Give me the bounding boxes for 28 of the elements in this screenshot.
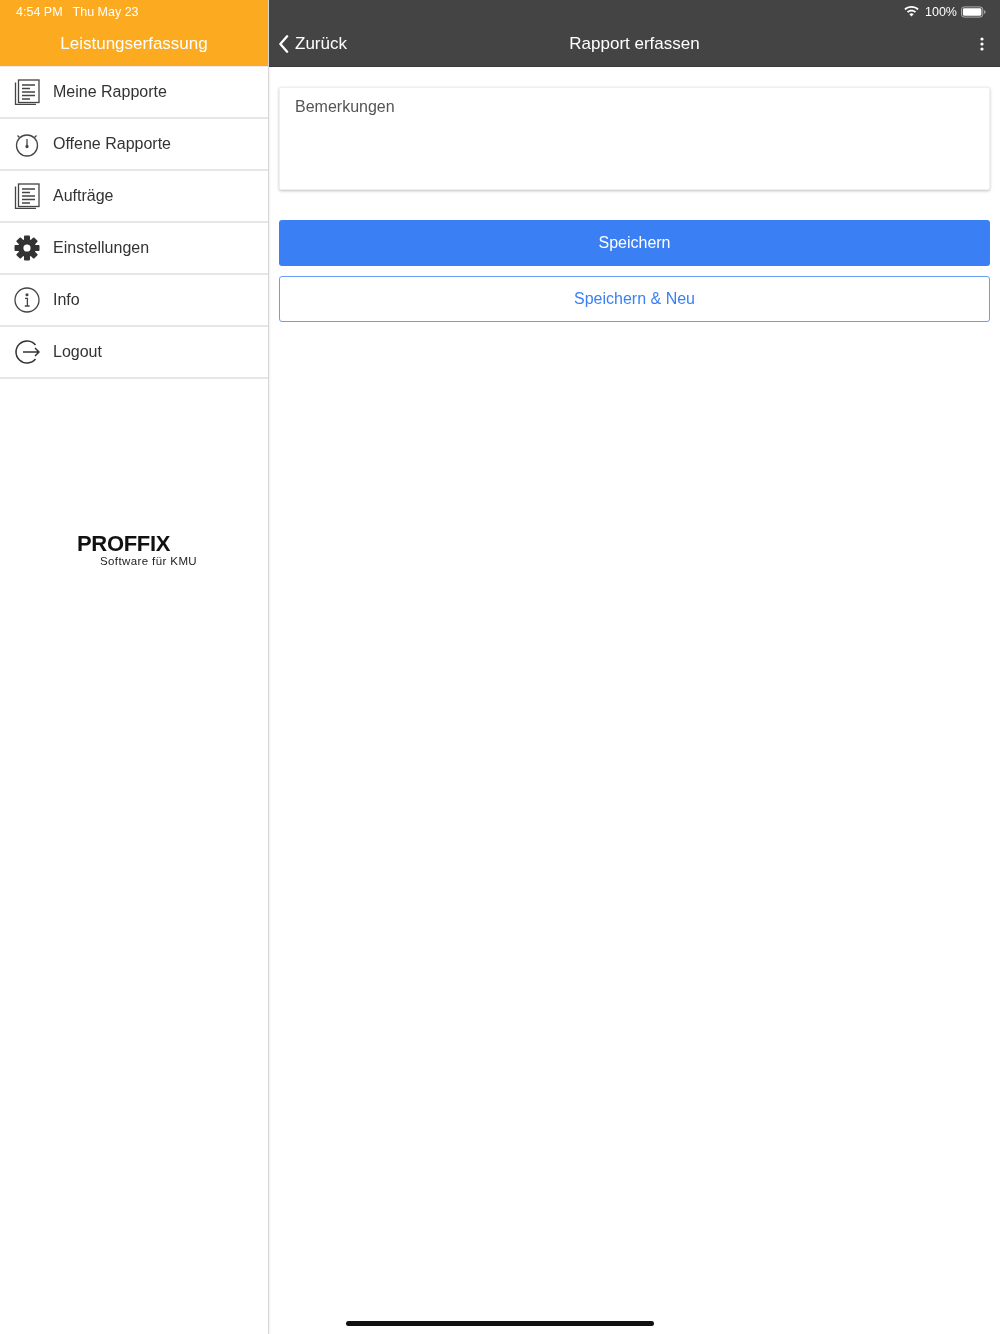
sidebar-item[interactable]: Info bbox=[0, 275, 268, 327]
sidebar-title: Leistungserfassung bbox=[59, 32, 209, 55]
save-button[interactable]: Speichern bbox=[279, 220, 990, 266]
back-button[interactable]: Zurück bbox=[269, 33, 347, 54]
gear-icon bbox=[14, 235, 40, 261]
document-list-icon bbox=[14, 183, 40, 209]
info-icon bbox=[14, 287, 40, 313]
logo-tagline: Software für KMU bbox=[99, 554, 198, 568]
more-options-button[interactable] bbox=[980, 36, 984, 51]
status-time: 4:54 PM bbox=[16, 4, 63, 19]
sidebar-item[interactable]: Einstellungen bbox=[0, 223, 268, 275]
save-and-new-button[interactable]: Speichern & Neu bbox=[279, 276, 990, 322]
sidebar-item[interactable]: Logout bbox=[0, 327, 268, 379]
remarks-field[interactable]: Bemerkungen bbox=[279, 87, 990, 190]
battery-icon bbox=[961, 5, 986, 18]
status-date: Thu May 23 bbox=[72, 4, 139, 19]
chevron-left-icon bbox=[278, 34, 289, 53]
page-title: Rapport erfassen bbox=[569, 33, 700, 54]
logo-wordmark: PROFFIX bbox=[76, 534, 171, 554]
battery-percentage: 100% bbox=[925, 4, 957, 19]
sidebar-item[interactable]: Offene Rapporte bbox=[0, 119, 268, 171]
more-vertical-icon bbox=[980, 36, 984, 51]
wifi-icon bbox=[904, 6, 919, 17]
document-list-icon bbox=[14, 79, 40, 105]
logout-icon bbox=[14, 339, 40, 365]
stopwatch-icon bbox=[14, 131, 40, 157]
sidebar-item[interactable]: Meine Rapporte bbox=[0, 67, 268, 119]
sidebar-item[interactable]: Aufträge bbox=[0, 171, 268, 223]
